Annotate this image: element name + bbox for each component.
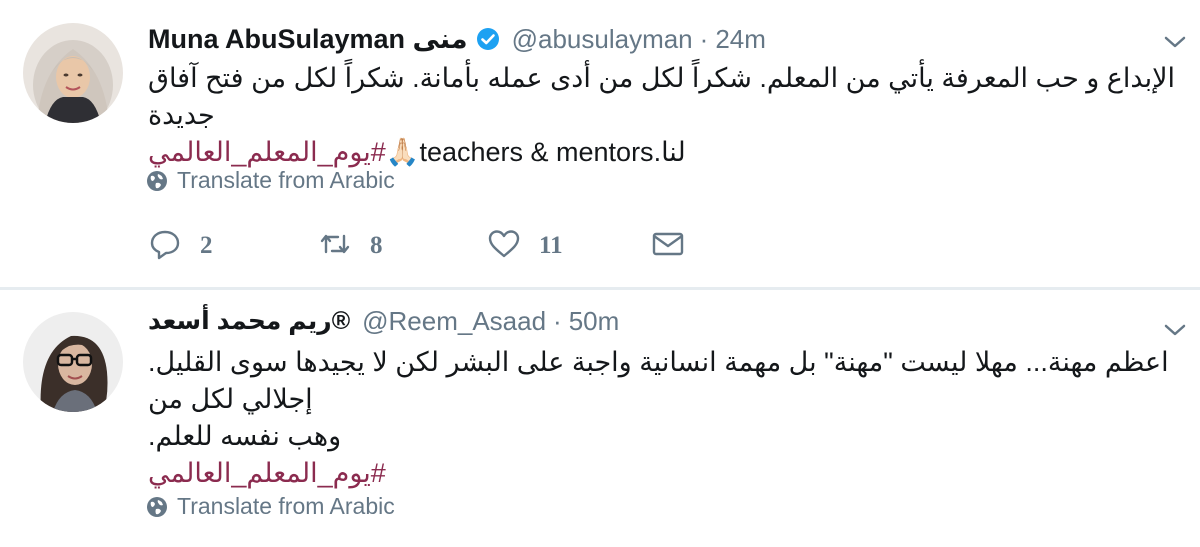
tweet-text-line: لنا.teachers & mentors🙏🏻#يوم_المعلم_العا…	[148, 134, 1193, 171]
translate-link[interactable]: Translate from Arabic	[146, 167, 395, 194]
direct-message-button[interactable]	[651, 228, 685, 265]
translate-label: Translate from Arabic	[177, 493, 395, 519]
reply-button[interactable]: 2	[148, 228, 318, 265]
display-name[interactable]: Muna AbuSulayman منى	[148, 24, 468, 55]
envelope-icon	[651, 228, 685, 265]
like-count: 11	[539, 232, 563, 259]
tweet-text-line: اعظم مهنة... مهلا ليست "مهنة" بل مهمة ان…	[148, 347, 1169, 414]
heart-icon	[487, 228, 521, 265]
tweet-text-line: الإبداع و حب المعرفة يأتي من المعلم. شكر…	[148, 63, 1176, 130]
globe-icon	[146, 170, 168, 192]
tweet-header: Muna AbuSulayman منى @abusulayman · 24m	[148, 23, 766, 55]
tweet-text: اعظم مهنة... مهلا ليست "مهنة" بل مهمة ان…	[148, 344, 1193, 492]
username-handle[interactable]: @abusulayman	[512, 24, 693, 55]
username-handle[interactable]: @Reem_Asaad	[362, 306, 546, 337]
hashtag-link[interactable]: #يوم_المعلم_العالمي	[148, 137, 386, 167]
display-name[interactable]: ريم محمد أسعد®	[148, 306, 350, 336]
avatar[interactable]	[23, 23, 123, 123]
timestamp[interactable]: 50m	[569, 306, 620, 337]
praying-hands-emoji: 🙏🏻	[385, 137, 420, 167]
reply-count: 2	[200, 232, 213, 259]
tweet[interactable]: ريم محمد أسعد® @Reem_Asaad · 50m اعظم مه…	[0, 290, 1200, 547]
retweet-button[interactable]: 8	[318, 228, 487, 265]
tweet-header: ريم محمد أسعد® @Reem_Asaad · 50m	[148, 305, 619, 337]
tweet-text: الإبداع و حب المعرفة يأتي من المعلم. شكر…	[148, 60, 1193, 171]
translate-label: Translate from Arabic	[177, 167, 395, 193]
avatar[interactable]	[23, 312, 123, 412]
globe-icon	[146, 496, 168, 518]
separator-dot: ·	[553, 305, 562, 336]
like-button[interactable]: 11	[487, 228, 651, 265]
chevron-down-icon[interactable]	[1162, 320, 1188, 340]
reply-icon	[148, 228, 182, 265]
verified-badge-icon	[476, 27, 500, 51]
tweet[interactable]: Muna AbuSulayman منى @abusulayman · 24m …	[0, 0, 1200, 290]
retweet-count: 8	[370, 232, 383, 259]
translate-link[interactable]: Translate from Arabic	[146, 493, 395, 520]
chevron-down-icon[interactable]	[1162, 32, 1188, 52]
tweet-actions: 2 8 11	[148, 228, 685, 264]
separator-dot: ·	[699, 23, 709, 54]
hashtag-link[interactable]: #يوم_المعلم_العالمي	[148, 455, 1193, 492]
tweet-text-line: وهب نفسه للعلم.	[148, 421, 342, 451]
tweet-text-segment: لنا.teachers & mentors	[419, 137, 686, 167]
timestamp[interactable]: 24m	[715, 24, 766, 55]
retweet-icon	[318, 228, 352, 265]
